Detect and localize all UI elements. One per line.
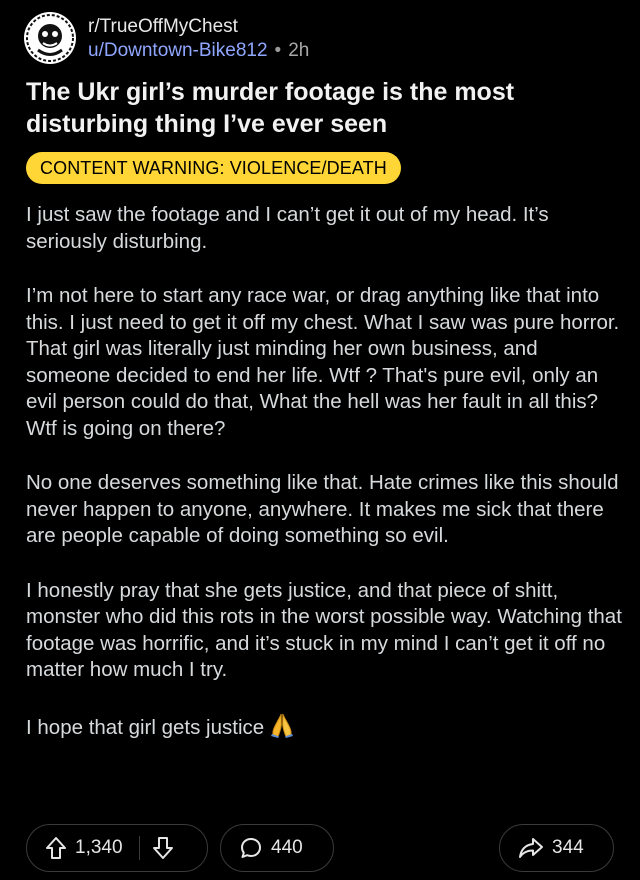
upvote-count: 1,340 — [75, 837, 123, 858]
vote-control: 1,340 — [26, 824, 208, 872]
downvote-arrow-icon[interactable] — [152, 836, 174, 860]
comment-bubble-icon — [239, 836, 263, 860]
subreddit-name[interactable]: r/TrueOffMyChest — [88, 15, 309, 38]
body-paragraph: No one deserves something like that. Hat… — [26, 471, 619, 547]
post-title: The Ukr girl’s murder footage is the mos… — [26, 78, 515, 138]
post-action-bar: 1,340 440 344 — [0, 824, 640, 872]
meta-separator: • — [274, 39, 282, 61]
comment-count: 440 — [271, 837, 303, 858]
body-paragraph: I honestly pray that she gets justice, a… — [26, 578, 622, 682]
author-username[interactable]: u/Downtown-Bike812 — [88, 39, 268, 62]
subreddit-avatar[interactable] — [24, 12, 76, 64]
post-byline: u/Downtown-Bike812 • 2h — [88, 39, 309, 62]
post-time: 2h — [288, 39, 310, 61]
body-paragraph-final: I hope that girl gets justice — [26, 712, 626, 746]
body-paragraph: I just saw the footage and I can’t get i… — [26, 203, 549, 253]
upvote-arrow-icon[interactable] — [45, 836, 67, 860]
vote-divider — [138, 836, 140, 860]
content-warning-flair: CONTENT WARNING: VIOLENCE/DEATH — [26, 152, 401, 184]
share-count: 344 — [552, 837, 584, 858]
share-arrow-icon — [518, 836, 544, 860]
share-button[interactable]: 344 — [499, 824, 614, 872]
post-body: I just saw the footage and I can’t get i… — [26, 202, 626, 745]
comments-button[interactable]: 440 — [220, 824, 334, 872]
body-paragraph-text: I hope that girl gets justice — [26, 715, 265, 739]
subreddit-avatar-icon — [25, 13, 75, 63]
post-meta: r/TrueOffMyChest u/Downtown-Bike812 • 2h — [88, 15, 309, 62]
folded-hands-emoji-icon — [270, 712, 294, 746]
post-header: r/TrueOffMyChest u/Downtown-Bike812 • 2h — [24, 12, 309, 64]
body-paragraph: I’m not here to start any race war, or d… — [26, 284, 620, 440]
